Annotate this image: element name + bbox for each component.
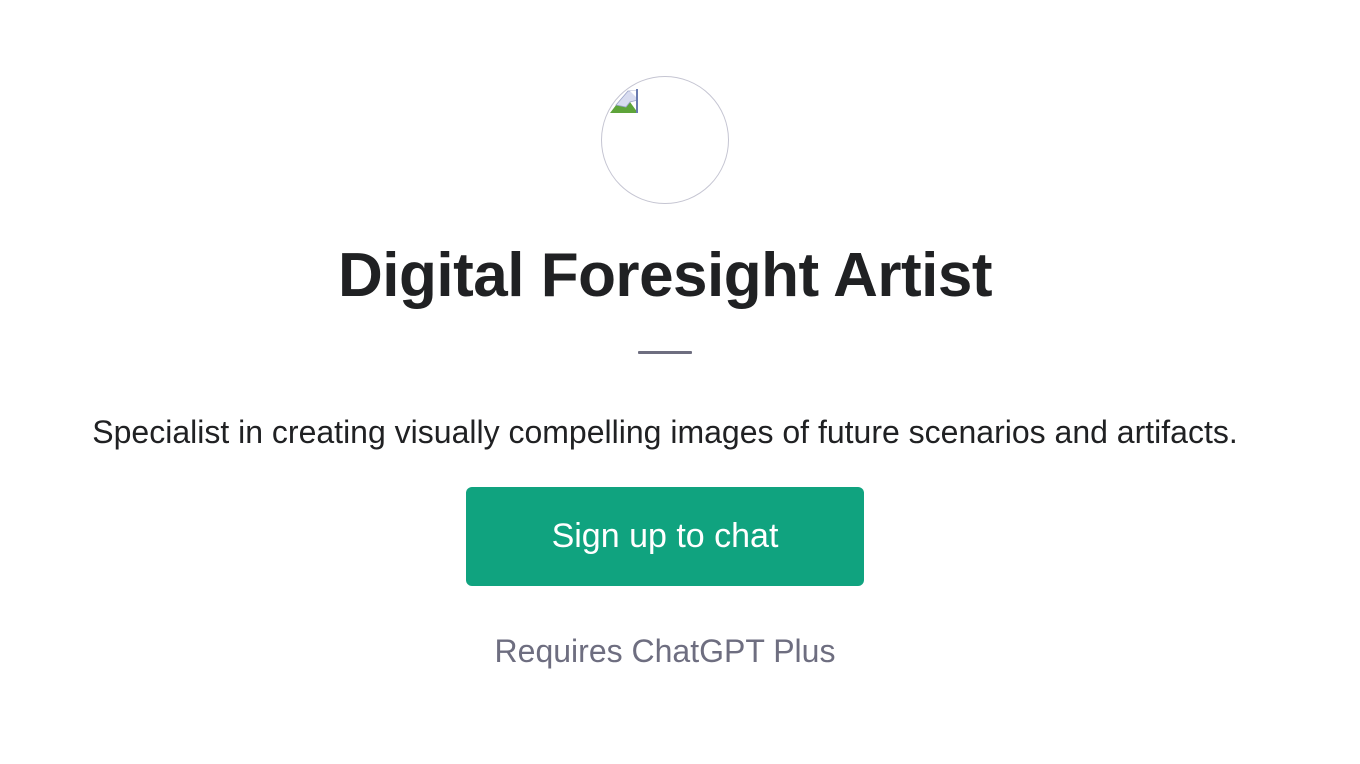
- gpt-avatar: [601, 76, 729, 204]
- divider: [638, 351, 692, 354]
- broken-image-icon: [610, 89, 638, 113]
- gpt-description: Specialist in creating visually compelli…: [92, 414, 1238, 450]
- sign-up-to-chat-button[interactable]: Sign up to chat: [466, 487, 864, 586]
- requirement-note: Requires ChatGPT Plus: [494, 633, 836, 669]
- gpt-title: Digital Foresight Artist: [338, 241, 992, 310]
- gpt-landing-page: Digital Foresight Artist Specialist in c…: [0, 0, 1360, 764]
